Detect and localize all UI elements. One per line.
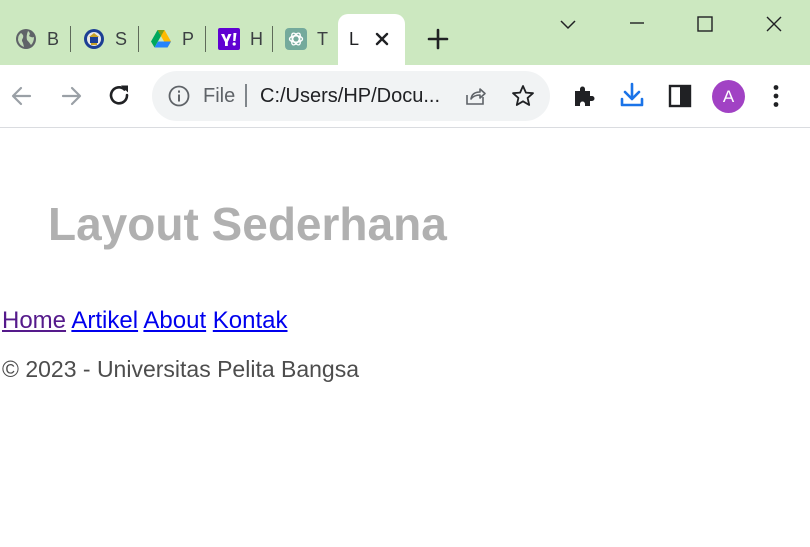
- tab-5[interactable]: T: [285, 14, 335, 65]
- nav-link-home[interactable]: Home: [2, 307, 66, 334]
- share-icon[interactable]: [463, 84, 487, 108]
- forward-arrow-icon[interactable]: [57, 82, 85, 110]
- tab-separator: [272, 26, 273, 52]
- nav-link-artikel[interactable]: Artikel: [71, 307, 138, 334]
- tab-separator: [138, 26, 139, 52]
- side-panel-icon[interactable]: [666, 82, 694, 110]
- tab-4[interactable]: H: [218, 14, 268, 65]
- more-menu-icon[interactable]: [762, 82, 790, 110]
- back-arrow-icon[interactable]: [8, 82, 36, 110]
- file-scheme-chip: File: [203, 85, 236, 107]
- reload-icon[interactable]: [106, 82, 134, 110]
- tab-4-title: H: [250, 29, 263, 49]
- university-crest-icon: [84, 29, 104, 49]
- bookmark-star-icon[interactable]: [510, 83, 536, 109]
- minimize-icon[interactable]: [623, 10, 651, 38]
- tab-strip: B S P H T L: [0, 0, 810, 65]
- globe-icon: [16, 29, 36, 49]
- new-tab-plus-icon[interactable]: [424, 25, 452, 53]
- tab-close-icon[interactable]: [372, 29, 392, 49]
- nav-link-kontak[interactable]: Kontak: [213, 307, 288, 334]
- tab-1-title: B: [47, 29, 60, 49]
- tab-separator: [70, 26, 71, 52]
- profile-avatar[interactable]: A: [712, 80, 745, 113]
- close-icon[interactable]: [760, 10, 788, 38]
- main-nav: Home Artikel About Kontak: [2, 306, 288, 336]
- footer-copyright: © 2023 - Universitas Pelita Bangsa: [2, 356, 360, 382]
- yahoo-icon: [218, 28, 240, 50]
- tab-active[interactable]: L: [338, 14, 405, 65]
- url-text[interactable]: C:/Users/HP/Docu...: [260, 84, 440, 108]
- tab-separator: [205, 26, 206, 52]
- tab-2[interactable]: S: [83, 14, 133, 65]
- extensions-puzzle-icon[interactable]: [570, 82, 598, 110]
- tab-search-chevron-down-icon[interactable]: [554, 10, 582, 38]
- address-bar[interactable]: File C:/Users/HP/Docu...: [152, 71, 550, 121]
- tab-5-title: T: [317, 29, 328, 49]
- tab-3-title: P: [182, 29, 195, 49]
- tab-active-title: L: [349, 29, 360, 49]
- chatgpt-icon: [285, 28, 307, 50]
- maximize-icon[interactable]: [691, 10, 719, 38]
- site-info-icon[interactable]: [167, 84, 191, 108]
- nav-link-about[interactable]: About: [143, 307, 206, 334]
- url-divider: [245, 84, 247, 107]
- browser-toolbar: File C:/Users/HP/Docu... A: [0, 65, 810, 128]
- tab-2-title: S: [115, 29, 128, 49]
- download-icon[interactable]: [618, 81, 646, 109]
- tab-3[interactable]: P: [150, 14, 200, 65]
- google-drive-icon: [151, 30, 171, 48]
- tab-1[interactable]: B: [15, 14, 65, 65]
- page-title: Layout Sederhana: [48, 198, 447, 250]
